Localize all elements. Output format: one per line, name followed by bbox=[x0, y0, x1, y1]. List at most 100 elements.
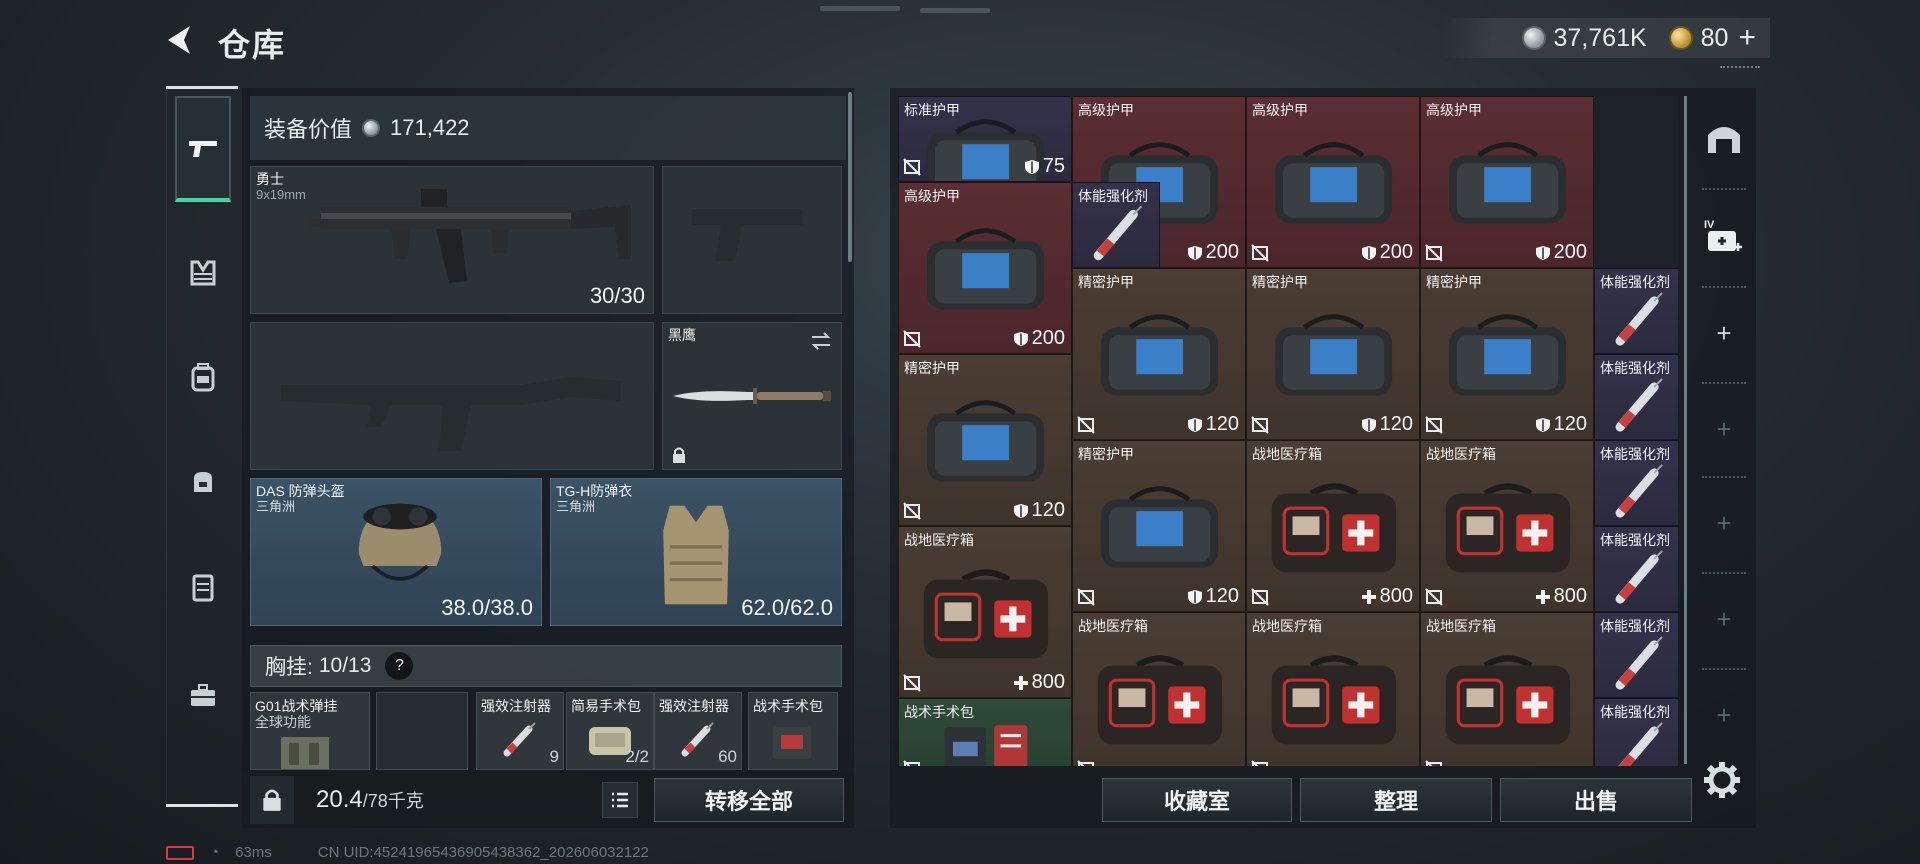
back-arrow-icon bbox=[168, 26, 190, 54]
lock-button[interactable] bbox=[250, 776, 294, 824]
armor-bag-icon bbox=[1449, 314, 1567, 396]
storage-item[interactable]: 战地医疗箱 bbox=[1246, 612, 1420, 766]
storage-tab-medical[interactable]: IV bbox=[1694, 192, 1754, 282]
storage-item-value: 200 bbox=[1535, 241, 1587, 264]
storage-item[interactable]: 体能强化剂 bbox=[1594, 612, 1678, 698]
category-chest-rig[interactable] bbox=[175, 220, 231, 326]
storage-tab-add-3[interactable]: + bbox=[1694, 478, 1754, 568]
storage-item[interactable]: 高级护甲 200 bbox=[898, 182, 1072, 354]
transfer-all-button[interactable]: 转移全部 bbox=[654, 778, 844, 822]
armor-slot[interactable]: TG-H防弹衣 三角洲 62.0/62.0 bbox=[550, 478, 842, 626]
add-currency-button[interactable]: + bbox=[1738, 23, 1756, 53]
armor-origin: 三角洲 bbox=[556, 499, 596, 514]
heal-plus-icon bbox=[1013, 675, 1028, 690]
storage-item-name: 战地医疗箱 bbox=[904, 532, 974, 548]
category-case[interactable] bbox=[175, 534, 231, 640]
storage-item-name: 高级护甲 bbox=[1078, 102, 1134, 118]
storage-item-value: 120 bbox=[1013, 499, 1065, 522]
storage-item[interactable]: 精密护甲 120 bbox=[1072, 440, 1246, 612]
storage-tab-add-4[interactable]: + bbox=[1694, 574, 1754, 664]
storage-tab-add-2[interactable]: + bbox=[1694, 384, 1754, 474]
chest-item-surgery-kit[interactable]: 简易手术包 2/2 bbox=[566, 692, 654, 770]
back-button[interactable] bbox=[160, 18, 208, 62]
melee-slot[interactable]: 黑鹰 bbox=[662, 322, 842, 470]
no-insurance-icon bbox=[1077, 416, 1095, 434]
primary-weapon-slot[interactable]: 勇士 9x19mm 30/30 bbox=[250, 166, 654, 314]
storage-item[interactable]: 体能强化剂 bbox=[1072, 182, 1160, 268]
syringe-icon bbox=[503, 722, 536, 757]
no-insurance-icon bbox=[1425, 588, 1443, 606]
storage-item[interactable]: 体能强化剂 bbox=[1594, 526, 1678, 612]
storage-tab-add-5[interactable]: + bbox=[1694, 670, 1754, 760]
help-button[interactable]: ? bbox=[385, 652, 414, 680]
storage-item-value: 120 bbox=[1535, 413, 1587, 436]
storage-item-value-text: 120 bbox=[1553, 413, 1587, 435]
storage-item[interactable]: 体能强化剂 bbox=[1594, 440, 1678, 526]
battery-icon bbox=[166, 845, 194, 860]
chest-item-name: 强效注射器 bbox=[659, 698, 729, 714]
bag-icon bbox=[194, 472, 212, 492]
syringe-icon bbox=[1093, 205, 1143, 261]
storage-item[interactable]: 战术手术包 bbox=[898, 698, 1072, 766]
sidearm-slot[interactable] bbox=[662, 166, 842, 314]
storage-tab-add-1[interactable]: + bbox=[1694, 288, 1754, 378]
storage-item[interactable]: 精密护甲 120 bbox=[1420, 268, 1594, 440]
secondary-weapon-slot[interactable] bbox=[250, 322, 654, 470]
category-backpack[interactable] bbox=[175, 324, 231, 430]
chest-rig-slot[interactable]: G01战术弹挂 全球功能 bbox=[250, 692, 370, 770]
storage-item[interactable]: 高级护甲 200 bbox=[1420, 96, 1594, 268]
silver-amount: 37,761K bbox=[1553, 23, 1647, 52]
storage-item[interactable]: 体能强化剂 bbox=[1594, 354, 1678, 440]
helmet-icon bbox=[358, 503, 442, 581]
sell-button[interactable]: 出售 bbox=[1500, 778, 1692, 822]
storage-item-name: 精密护甲 bbox=[1426, 274, 1482, 290]
storage-item[interactable]: 战地医疗箱 bbox=[1072, 612, 1246, 766]
first-aid-kit-icon bbox=[1097, 655, 1223, 745]
storage-item[interactable]: 战地医疗箱 bbox=[1420, 612, 1594, 766]
medical-case-icon: IV bbox=[1704, 219, 1742, 251]
wifi-icon: ◔ bbox=[210, 844, 220, 861]
storage-item[interactable]: 高级护甲 200 bbox=[1246, 96, 1420, 268]
first-aid-kit-icon bbox=[1271, 655, 1397, 745]
chest-item-injector-2[interactable]: 强效注射器 60 bbox=[654, 692, 742, 770]
storage-scrollbar[interactable] bbox=[1684, 96, 1687, 764]
no-insurance-icon bbox=[1251, 244, 1269, 262]
storage-item[interactable]: 战地医疗箱 800 bbox=[1246, 440, 1420, 612]
storage-item[interactable]: 标准护甲 75 bbox=[898, 96, 1072, 182]
storage-item[interactable]: 体能强化剂 bbox=[1594, 698, 1678, 766]
syringe-icon bbox=[1615, 636, 1663, 690]
storage-item[interactable]: 精密护甲 120 bbox=[898, 354, 1072, 526]
chest-item-empty[interactable] bbox=[376, 692, 468, 770]
storage-tab-main[interactable] bbox=[1694, 94, 1754, 184]
storage-item[interactable]: 精密护甲 120 bbox=[1072, 268, 1246, 440]
storage-item-value-text: 800 bbox=[1553, 585, 1587, 607]
surgery-kit-icon bbox=[944, 725, 1028, 766]
storage-item-value-text: 200 bbox=[1205, 241, 1239, 263]
storage-item[interactable]: 战地医疗箱 800 bbox=[1420, 440, 1594, 612]
chest-item-tactical-kit[interactable]: 战术手术包 bbox=[748, 692, 838, 770]
shield-icon bbox=[1187, 417, 1202, 432]
storage-item-value: 200 bbox=[1013, 327, 1065, 350]
category-weapons[interactable] bbox=[175, 96, 231, 202]
helmet-slot[interactable]: DAS 防弹头盔 三角洲 38.0/38.0 bbox=[250, 478, 542, 626]
storage-item-value-text: 200 bbox=[1379, 241, 1413, 263]
shield-icon bbox=[1187, 245, 1202, 260]
chest-item-injector[interactable]: 强效注射器 9 bbox=[476, 692, 564, 770]
syringe-icon bbox=[1615, 464, 1663, 518]
uid-text: CN UID:4524196543690543836​2_20260603212… bbox=[317, 844, 649, 861]
storage-item[interactable]: 精密护甲 120 bbox=[1246, 268, 1420, 440]
settings-button[interactable] bbox=[1702, 760, 1744, 802]
storage-item[interactable]: 战地医疗箱 800 bbox=[898, 526, 1072, 698]
swap-icon[interactable] bbox=[809, 329, 833, 353]
category-toolbox[interactable] bbox=[175, 642, 231, 748]
storage-item[interactable]: 体能强化剂 bbox=[1594, 268, 1678, 354]
storage-item-value-text: 800 bbox=[1031, 671, 1065, 693]
collection-room-button[interactable]: 收藏室 bbox=[1102, 778, 1292, 822]
sort-button[interactable]: 整理 bbox=[1300, 778, 1492, 822]
storage-item-value-text: 200 bbox=[1031, 327, 1065, 349]
loadout-scrollbar[interactable] bbox=[848, 92, 852, 262]
category-bag[interactable] bbox=[175, 428, 231, 534]
list-view-button[interactable] bbox=[602, 782, 638, 818]
primary-weapon-ammo: 30/30 bbox=[589, 283, 645, 308]
armor-bag-icon bbox=[927, 400, 1045, 482]
